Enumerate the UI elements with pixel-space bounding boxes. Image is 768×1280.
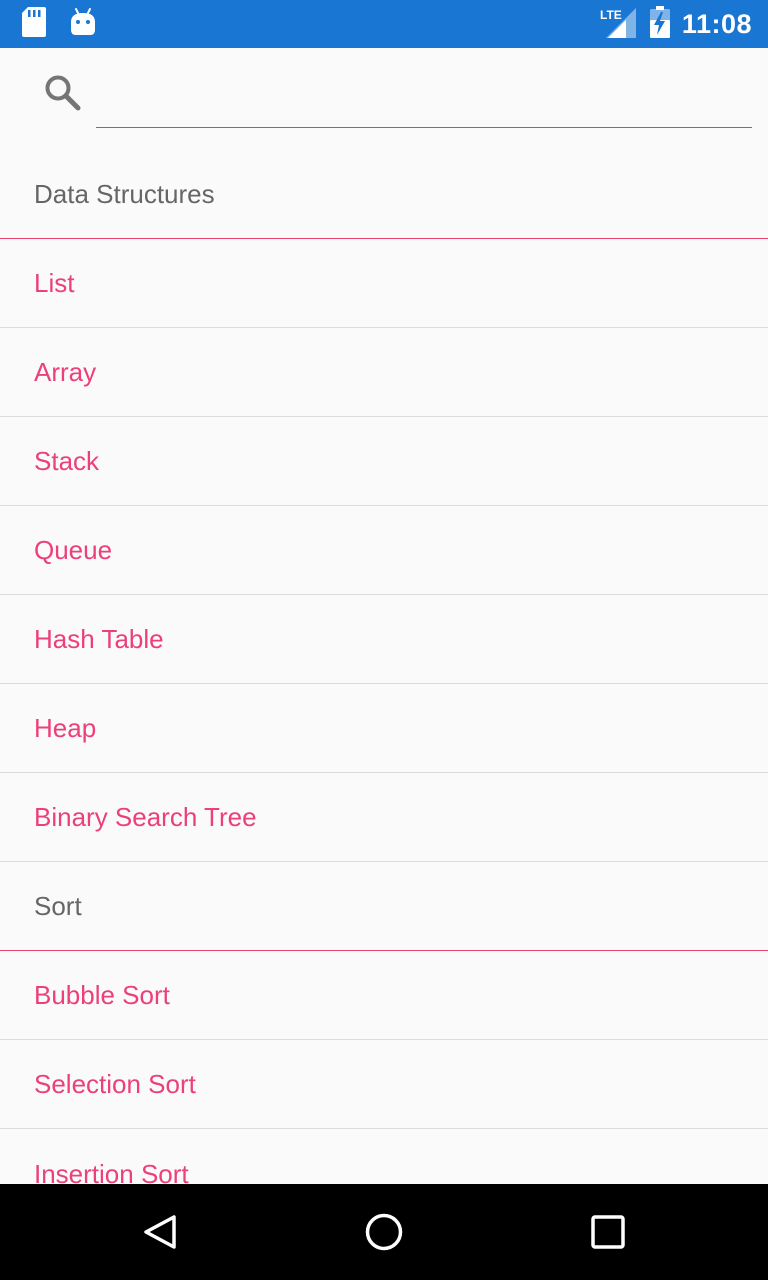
sd-card-icon: [22, 6, 46, 42]
home-icon[interactable]: [360, 1208, 408, 1256]
list-item-heap[interactable]: Heap: [0, 684, 768, 773]
list-item-bubble-sort[interactable]: Bubble Sort: [0, 951, 768, 1040]
status-notifications: [22, 6, 96, 42]
search-icon[interactable]: [42, 72, 84, 114]
signal-icon: LTE: [600, 6, 636, 43]
status-bar: LTE 11:08: [0, 0, 768, 48]
back-icon[interactable]: [136, 1208, 184, 1256]
list-item-insertion-sort[interactable]: Insertion Sort: [0, 1129, 768, 1184]
phone-screen: LTE 11:08 Data Structures List Array Sta…: [0, 0, 768, 1280]
list-item-stack[interactable]: Stack: [0, 417, 768, 506]
battery-icon: [649, 5, 670, 43]
list-item-queue[interactable]: Queue: [0, 506, 768, 595]
recents-icon[interactable]: [584, 1208, 632, 1256]
list-item-hash-table[interactable]: Hash Table: [0, 595, 768, 684]
list-item-array[interactable]: Array: [0, 328, 768, 417]
section-header-data-structures: Data Structures: [0, 150, 768, 239]
list-item-binary-search-tree[interactable]: Binary Search Tree: [0, 773, 768, 862]
list-item-list[interactable]: List: [0, 239, 768, 328]
status-system: LTE 11:08: [600, 5, 752, 43]
search-input[interactable]: [96, 80, 752, 128]
network-type-label: LTE: [600, 8, 622, 22]
search-bar: [0, 48, 768, 148]
section-header-sort: Sort: [0, 862, 768, 951]
list-item-selection-sort[interactable]: Selection Sort: [0, 1040, 768, 1129]
android-icon: [70, 7, 96, 41]
navigation-bar: [0, 1184, 768, 1280]
topic-list: Data Structures List Array Stack Queue H…: [0, 150, 768, 1184]
status-clock: 11:08: [681, 8, 752, 39]
